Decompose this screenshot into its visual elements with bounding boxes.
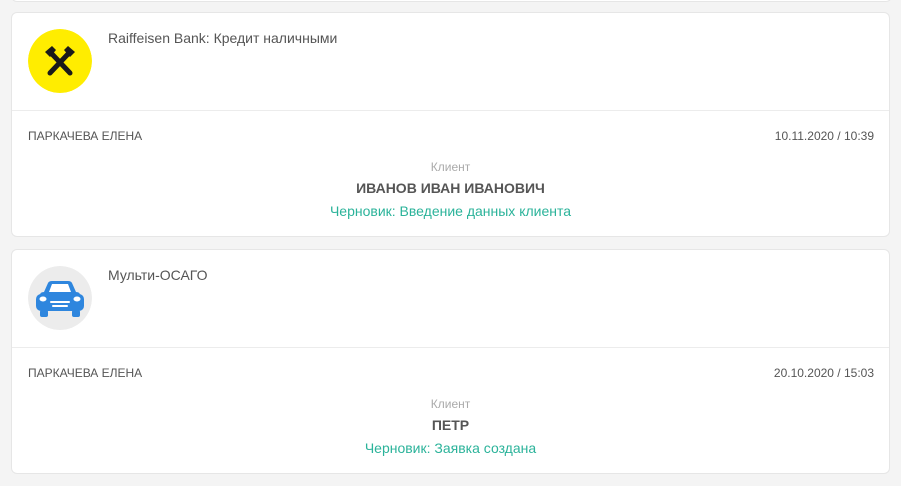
product-title: Мульти-ОСАГО: [108, 267, 208, 283]
status-text: Черновик: Введение данных клиента: [329, 203, 572, 219]
car-icon: [28, 266, 92, 330]
client-name: ИВАНОВ ИВАН ИВАНОВИЧ: [356, 180, 545, 196]
agent-name: ПАРКАЧЕВА ЕЛЕНА: [28, 366, 143, 380]
created-datetime: 10.11.2020 / 10:39: [774, 129, 874, 143]
application-list: Raiffeisen Bank: Кредит наличными ПАРКАЧ…: [0, 0, 901, 486]
created-datetime: 20.10.2020 / 15:03: [773, 366, 874, 380]
product-title: Raiffeisen Bank: Кредит наличными: [108, 30, 338, 46]
application-card[interactable]: Мульти-ОСАГО ПАРКАЧЕВА ЕЛЕНА 20.10.2020 …: [11, 249, 890, 474]
agent-name: ПАРКАЧЕВА ЕЛЕНА: [28, 129, 143, 143]
status-text: Черновик: Заявка создана: [364, 440, 537, 456]
raiffeisen-logo-icon: [28, 29, 92, 93]
card-header: Мульти-ОСАГО: [12, 250, 889, 348]
application-card[interactable]: Raiffeisen Bank: Кредит наличными ПАРКАЧ…: [11, 12, 890, 237]
card-header: Raiffeisen Bank: Кредит наличными: [12, 13, 889, 111]
client-label: Клиент: [430, 397, 471, 411]
previous-card-edge: [11, 0, 892, 2]
client-label: Клиент: [430, 160, 471, 174]
client-name: ПЕТР: [431, 417, 470, 433]
